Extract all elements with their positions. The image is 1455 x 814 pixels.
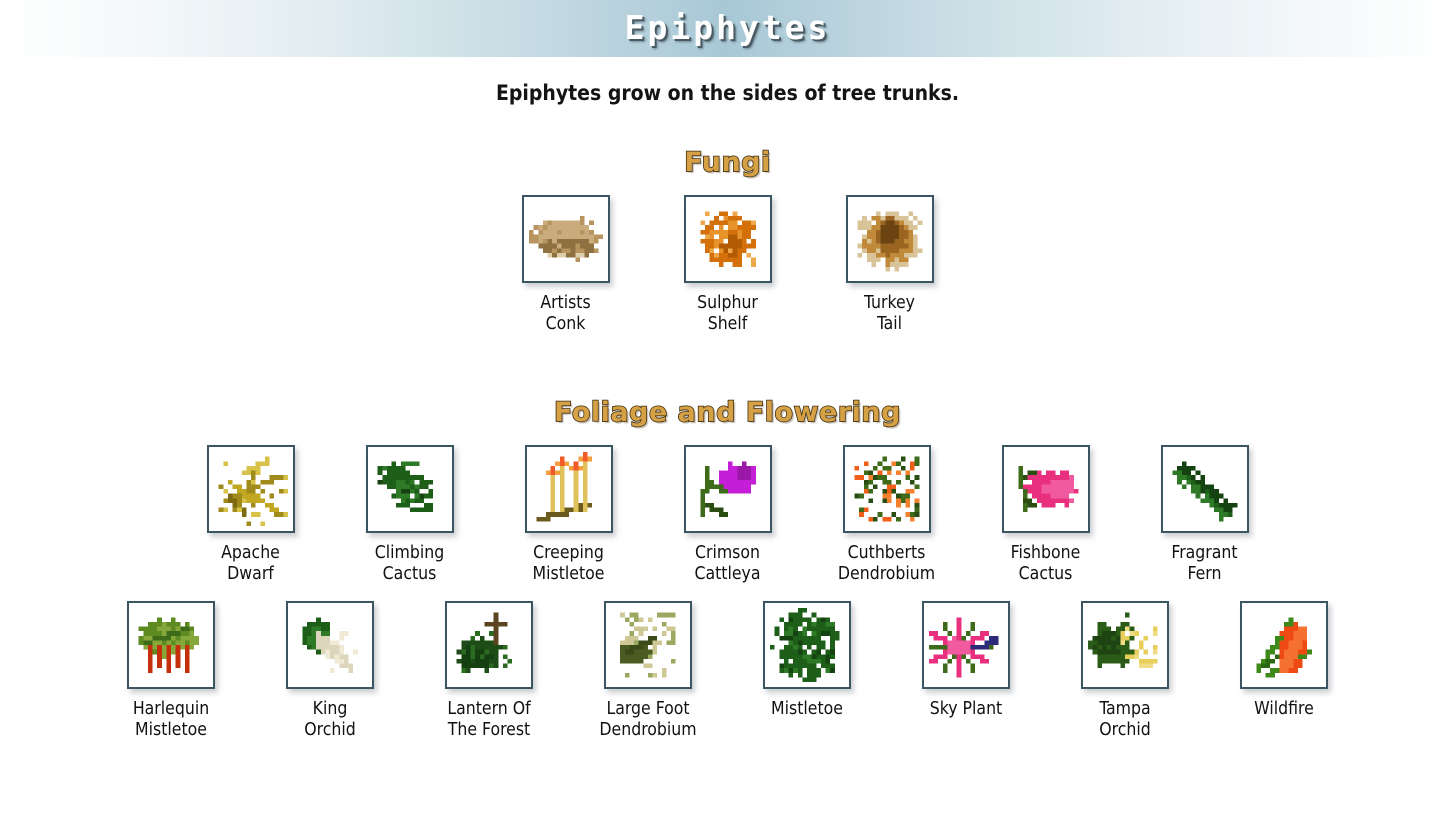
item-row: Harlequin Mistletoe King Orchid Lantern Of… <box>0 601 1455 741</box>
plant-item[interactable]: Fishbone Cactus <box>1001 445 1091 585</box>
plant-item-label: Apache Dwarf <box>221 543 280 584</box>
plant-item[interactable]: Artists Conk <box>520 195 612 335</box>
plant-item-label: Turkey Tail <box>864 293 915 334</box>
climbing-cactus-icon[interactable] <box>365 445 454 533</box>
plant-item[interactable]: Turkey Tail <box>844 195 936 335</box>
plant-item-label: Fishbone Cactus <box>1010 543 1081 584</box>
fishbone-cactus-icon[interactable] <box>1001 445 1090 533</box>
item-row: Artists Conk Sulphur Shelf Turkey Tail <box>0 195 1455 335</box>
plant-item-label: Sky Plant <box>929 699 1003 719</box>
crimson-cattleya-icon[interactable] <box>683 445 772 533</box>
plant-item-label: Creeping Mistletoe <box>532 543 605 584</box>
sections-container: Fungi Artists Conk Sulphur Shelf Turkey Tai… <box>0 146 1455 741</box>
plant-item-label: Sulphur Shelf <box>697 293 758 334</box>
tampa-orchid-icon[interactable] <box>1081 601 1169 689</box>
page-title: Epiphytes <box>624 8 831 47</box>
plant-item[interactable]: Cuthberts Dendrobium <box>838 445 935 585</box>
plant-item[interactable]: Fragrant Fern <box>1160 445 1250 585</box>
section-heading-fungi: Fungi <box>683 146 771 179</box>
apache-dwarf-icon[interactable] <box>206 445 295 533</box>
plant-item[interactable]: Climbing Cactus <box>365 445 455 585</box>
plant-item-label: Harlequin Mistletoe <box>132 699 210 740</box>
plant-item-label: Tampa Orchid <box>1099 699 1151 740</box>
section-heading-foliage-and-flowering: Foliage and Flowering <box>553 396 901 429</box>
plant-item-label: Artists Conk <box>540 293 591 334</box>
plant-item[interactable]: Sky Plant <box>921 601 1011 720</box>
king-orchid-icon[interactable] <box>286 601 374 689</box>
plant-item-label: Climbing Cactus <box>374 543 445 584</box>
plant-item[interactable]: Mistletoe <box>762 601 852 720</box>
large-foot-dendrobium-icon[interactable] <box>604 601 692 689</box>
intro-text: Epiphytes grow on the sides of tree trun… <box>495 81 960 105</box>
plant-item[interactable]: Harlequin Mistletoe <box>126 601 216 741</box>
page-header: Epiphytes <box>0 0 1455 57</box>
plant-item[interactable]: Crimson Cattleya <box>683 445 773 585</box>
plant-item[interactable]: Apache Dwarf <box>206 445 296 585</box>
mistletoe-icon[interactable] <box>763 601 851 689</box>
plant-item[interactable]: Creeping Mistletoe <box>524 445 614 585</box>
turkey-tail-icon[interactable] <box>845 195 934 283</box>
fragrant-fern-icon[interactable] <box>1160 445 1249 533</box>
plant-item-label: Fragrant Fern <box>1171 543 1238 584</box>
lantern-of-the-forest-icon[interactable] <box>445 601 533 689</box>
cuthberts-dendrobium-icon[interactable] <box>842 445 931 533</box>
plant-item[interactable]: King Orchid <box>285 601 375 741</box>
sky-plant-icon[interactable] <box>922 601 1010 689</box>
sulphur-shelf-icon[interactable] <box>683 195 772 283</box>
plant-item[interactable]: Sulphur Shelf <box>682 195 774 335</box>
plant-item-label: Wildfire <box>1254 699 1314 719</box>
plant-item[interactable]: Large Foot Dendrobium <box>599 601 697 741</box>
plant-item[interactable]: Wildfire <box>1239 601 1329 720</box>
item-row: Apache Dwarf Climbing Cactus Creeping Mist… <box>0 445 1455 585</box>
artists-conk-icon[interactable] <box>521 195 610 283</box>
creeping-mistletoe-icon[interactable] <box>524 445 613 533</box>
plant-item-label: King Orchid <box>304 699 356 740</box>
plant-item[interactable]: Tampa Orchid <box>1080 601 1170 741</box>
plant-item-label: Mistletoe <box>771 699 843 719</box>
plant-item-label: Large Foot Dendrobium <box>599 699 697 740</box>
harlequin-mistletoe-icon[interactable] <box>127 601 215 689</box>
plant-item-label: Lantern Of The Forest <box>447 699 531 740</box>
plant-item-label: Cuthberts Dendrobium <box>837 543 936 584</box>
plant-item-label: Crimson Cattleya <box>694 543 761 584</box>
plant-item[interactable]: Lantern Of The Forest <box>444 601 534 741</box>
wildfire-icon[interactable] <box>1240 601 1328 689</box>
